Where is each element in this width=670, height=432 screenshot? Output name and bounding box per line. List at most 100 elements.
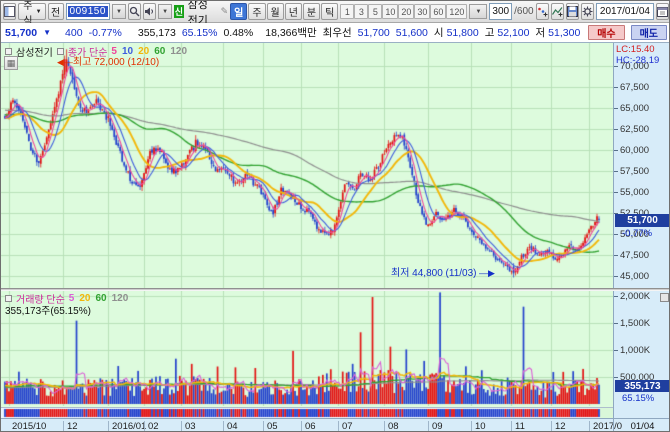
period-button[interactable]: 분	[303, 3, 320, 20]
tick-mark	[614, 255, 618, 256]
calendar-icon	[657, 6, 668, 17]
low-label: 저	[536, 25, 546, 40]
price-axis-tick: 47,500	[614, 250, 649, 261]
period-button[interactable]: 년	[285, 3, 302, 20]
pane-collapse-button[interactable]	[660, 293, 669, 302]
x-axis-label: 02	[144, 421, 159, 432]
volume-percent-label: 65.15%	[622, 393, 654, 404]
tick-label: 1,000K	[620, 345, 650, 356]
buy-button[interactable]: 매수	[588, 25, 624, 40]
bar-count-input[interactable]: 300	[489, 3, 512, 20]
tick-label: 57,500	[620, 166, 649, 177]
trendline-icon	[552, 6, 563, 17]
low-annotation: 최저 44,800 (11/03) —▶	[391, 264, 495, 279]
code-dropdown-button[interactable]: ▼	[112, 4, 126, 19]
price-chart-canvas[interactable]	[1, 43, 613, 288]
volume-axis-tick: 1,500K	[614, 318, 650, 329]
edit-icon[interactable]: ✎	[221, 6, 229, 17]
save-button[interactable]	[566, 3, 579, 20]
period-button[interactable]: 월	[267, 3, 284, 20]
info-bar: 51,700 ▼ 400 -0.77% 355,173 65.15% 0.48%…	[1, 23, 670, 43]
calendar-button[interactable]	[656, 3, 669, 20]
tick-label: 62,500	[620, 124, 649, 135]
tick-label: 55,000	[620, 187, 649, 198]
period-button[interactable]: 틱	[321, 3, 338, 20]
tick-label: 47,500	[620, 250, 649, 261]
interval-button[interactable]: 20	[398, 4, 414, 19]
toolbar: 주식▼ 전 009150 ▼ ▼ 신 삼성전기 ✎ 일주월년분틱 1351020…	[1, 1, 670, 23]
period-button[interactable]: 일	[230, 3, 247, 20]
stock-code-input[interactable]: 009150	[66, 3, 110, 20]
interval-button[interactable]: 3	[354, 4, 368, 19]
floppy-icon	[567, 6, 578, 17]
volume-chart-canvas[interactable]	[1, 291, 613, 406]
pane-divider[interactable]	[1, 288, 670, 291]
tick-mark	[614, 87, 618, 88]
tick-mark	[614, 129, 618, 130]
tick-mark	[614, 108, 618, 109]
search-icon	[129, 6, 140, 17]
open-value: 51,800	[447, 27, 479, 39]
grid-toggle-button[interactable]: ▦	[4, 56, 18, 70]
x-axis-label: 04	[223, 421, 238, 432]
x-axis-label: 08	[384, 421, 399, 432]
new-listing-badge: 신	[174, 5, 184, 18]
x-axis-label: 12	[63, 421, 78, 432]
prev-button[interactable]: 전	[48, 3, 64, 20]
arrow-left-icon: ◀—	[57, 57, 73, 67]
volume-badge: 355,173	[615, 380, 670, 392]
best-ask: 51,600	[396, 27, 428, 39]
dots-plus-icon	[537, 6, 548, 17]
interval-button[interactable]: 10	[382, 4, 398, 19]
tick-mark	[614, 350, 618, 351]
asset-type-select[interactable]: 주식▼	[18, 3, 45, 20]
tick-label: 2,000K	[620, 291, 650, 302]
interval-button[interactable]: 60	[430, 4, 446, 19]
price-axis-tick: 57,500	[614, 166, 649, 177]
best-label: 최우선	[323, 25, 352, 40]
tick-mark	[614, 192, 618, 193]
interval-button[interactable]: 30	[414, 4, 430, 19]
interval-button[interactable]: 1	[340, 4, 354, 19]
price-axis-tick: 70,000	[614, 61, 649, 72]
change-percent: -0.77%	[89, 27, 122, 39]
price-axis-tick: 62,500	[614, 124, 649, 135]
price-axis-tick: 65,000	[614, 103, 649, 114]
x-axis-label: 07	[338, 421, 353, 432]
x-axis-label: 09	[428, 421, 443, 432]
period-button[interactable]: 주	[248, 3, 265, 20]
volume-series-toggle[interactable]	[5, 295, 12, 302]
interval-select[interactable]: ▼	[469, 4, 487, 19]
change-value: 400	[65, 27, 83, 39]
trade-amount: 18,366백만	[265, 25, 316, 40]
current-price: 51,700	[5, 27, 37, 39]
sound-dropdown-button[interactable]: ▼	[158, 4, 172, 19]
down-arrow-icon: ▼	[43, 28, 51, 37]
tick-mark	[614, 171, 618, 172]
x-axis-label: 10	[471, 421, 486, 432]
window-menu-button[interactable]	[3, 3, 16, 20]
high-annotation: ◀—최고 72,000 (12/10)	[57, 53, 159, 68]
ma-period-label: 120	[170, 46, 187, 57]
volume-value: 355,173	[138, 27, 176, 39]
price-axis-tick: 45,000	[614, 271, 649, 282]
tick-label: 65,000	[620, 103, 649, 114]
series-toggle[interactable]	[5, 48, 12, 55]
sound-button[interactable]	[143, 3, 156, 20]
ma-period-label: 60	[95, 293, 106, 304]
high-label: 고	[485, 25, 495, 40]
tick-label: 70,000	[620, 61, 649, 72]
indicator-add-button[interactable]	[536, 3, 549, 20]
settings-button[interactable]	[581, 3, 594, 20]
x-axis-label: 05	[263, 421, 278, 432]
legend-series-name: 삼성전기	[16, 44, 53, 59]
chart-date-input[interactable]: 2017/01/04	[596, 3, 654, 20]
current-price-badge: 51,700	[615, 214, 670, 227]
interval-button[interactable]: 5	[368, 4, 382, 19]
trendline-button[interactable]	[551, 3, 564, 20]
sell-button[interactable]: 매도	[631, 25, 667, 40]
x-axis-label: 12	[551, 421, 566, 432]
interval-button[interactable]: 120	[446, 4, 467, 19]
search-button[interactable]	[128, 3, 141, 20]
tick-mark	[614, 296, 618, 297]
